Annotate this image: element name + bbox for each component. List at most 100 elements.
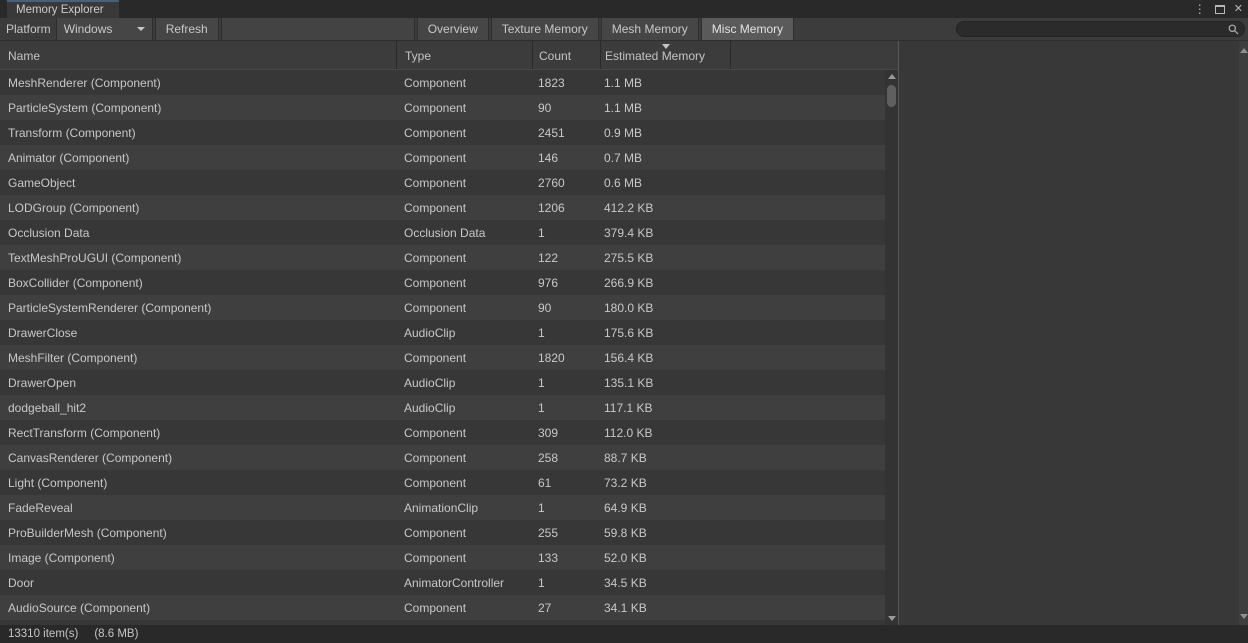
chevron-down-icon: [137, 27, 145, 31]
cell-count: 1: [532, 220, 600, 245]
tab-misc-memory[interactable]: Misc Memory: [701, 18, 794, 40]
cell-name: FadeReveal: [0, 495, 396, 520]
cell-name: Animator (Component): [0, 145, 396, 170]
tab-memory-explorer[interactable]: Memory Explorer: [7, 0, 119, 18]
scrollbar-thumb[interactable]: [887, 85, 896, 107]
cell-count: 1: [532, 395, 600, 420]
table-row[interactable]: Transform (Component)Component24510.9 MB: [0, 120, 885, 145]
cell-count: 1820: [532, 345, 600, 370]
cell-count: 122: [532, 245, 600, 270]
cell-memory: 73.2 KB: [600, 470, 730, 495]
cell-type: Component: [396, 420, 532, 445]
cell-memory: 1.1 MB: [600, 70, 730, 95]
toolbar-spacer-segment: [221, 18, 415, 40]
cell-type: Occlusion Data: [396, 220, 532, 245]
cell-count: 1: [532, 370, 600, 395]
table-row[interactable]: DrawerCloseAudioClip1175.6 KB: [0, 320, 885, 345]
refresh-button[interactable]: Refresh: [155, 18, 219, 40]
search-input[interactable]: [956, 21, 1245, 37]
cell-name: MeshRenderer (Component): [0, 70, 396, 95]
cell-type: Component: [396, 595, 532, 620]
table-row[interactable]: FadeRevealAnimationClip164.9 KB: [0, 495, 885, 520]
table-row[interactable]: MeshFilter (Component)Component1820156.4…: [0, 345, 885, 370]
cell-name: DrawerClose: [0, 320, 396, 345]
tab-title: Memory Explorer: [16, 4, 104, 16]
cell-name: GameObject: [0, 170, 396, 195]
cell-name: TextMeshProUGUI (Component): [0, 245, 396, 270]
column-header-count[interactable]: Count: [532, 41, 600, 69]
column-header-estimated-memory-label: Estimated Memory: [601, 49, 730, 63]
cell-count: 2760: [532, 170, 600, 195]
table-row[interactable]: AudioSource (Component)Component2734.1 K…: [0, 595, 885, 620]
detail-panel: [899, 41, 1248, 625]
table-vertical-scrollbar[interactable]: [885, 70, 898, 625]
table-row[interactable]: TextMeshProUGUI (Component)Component1222…: [0, 245, 885, 270]
cell-type: AnimationClip: [396, 495, 532, 520]
cell-name: Light (Component): [0, 470, 396, 495]
tab-mesh-memory[interactable]: Mesh Memory: [601, 18, 699, 40]
table-row[interactable]: Animator (Component)Component1460.7 MB: [0, 145, 885, 170]
cell-memory: 379.4 KB: [600, 220, 730, 245]
cell-memory: 1.1 MB: [600, 95, 730, 120]
column-header-name[interactable]: Name: [0, 41, 396, 69]
cell-type: Component: [396, 545, 532, 570]
cell-count: 2451: [532, 120, 600, 145]
tab-texture-memory[interactable]: Texture Memory: [491, 18, 599, 40]
table-row[interactable]: LODGroup (Component)Component1206412.2 K…: [0, 195, 885, 220]
table-row[interactable]: RectTransform (Component)Component309112…: [0, 420, 885, 445]
panel-scroll-down-icon[interactable]: [1240, 614, 1248, 619]
cell-count: 133: [532, 545, 600, 570]
cell-type: Component: [396, 445, 532, 470]
cell-memory: 117.1 KB: [600, 395, 730, 420]
table-row[interactable]: CanvasRenderer (Component)Component25888…: [0, 445, 885, 470]
scroll-up-icon[interactable]: [888, 74, 896, 79]
table-row[interactable]: MeshRenderer (Component)Component18231.1…: [0, 70, 885, 95]
platform-dropdown[interactable]: Windows: [56, 18, 153, 40]
cell-memory: 275.5 KB: [600, 245, 730, 270]
cell-type: Component: [396, 70, 532, 95]
cell-count: 1: [532, 495, 600, 520]
menu-icon[interactable]: ⋮: [1194, 3, 1206, 15]
cell-name: dodgeball_hit2: [0, 395, 396, 420]
cell-name: DrawerOpen: [0, 370, 396, 395]
table-row[interactable]: ParticleSystemRenderer (Component)Compon…: [0, 295, 885, 320]
table-row[interactable]: DrawerOpenAudioClip1135.1 KB: [0, 370, 885, 395]
table-row[interactable]: DoorAnimatorController134.5 KB: [0, 570, 885, 595]
panel-vertical-scrollbar[interactable]: [1239, 41, 1248, 625]
table-row[interactable]: Image (Component)Component13352.0 KB: [0, 545, 885, 570]
table-row[interactable]: dodgeball_hit2AudioClip1117.1 KB: [0, 395, 885, 420]
panel-scroll-up-icon[interactable]: [1240, 48, 1248, 53]
cell-type: Component: [396, 520, 532, 545]
cell-memory: 59.8 KB: [600, 520, 730, 545]
misc-memory-table: Name Type Count Estimated Memory MeshRen…: [0, 41, 898, 625]
tab-overview[interactable]: Overview: [417, 18, 489, 40]
cell-memory: 0.7 MB: [600, 145, 730, 170]
cell-type: Component: [396, 345, 532, 370]
table-row[interactable]: GameObjectComponent27600.6 MB: [0, 170, 885, 195]
cell-memory: 156.4 KB: [600, 345, 730, 370]
table-row[interactable]: BoxCollider (Component)Component976266.9…: [0, 270, 885, 295]
cell-count: 976: [532, 270, 600, 295]
table-row[interactable]: Occlusion DataOcclusion Data1379.4 KB: [0, 220, 885, 245]
cell-name: BoxCollider (Component): [0, 270, 396, 295]
table-row[interactable]: ProBuilderMesh (Component)Component25559…: [0, 520, 885, 545]
cell-memory: 112.0 KB: [600, 420, 730, 445]
column-header-type-label: Type: [405, 49, 431, 63]
scroll-down-icon[interactable]: [888, 616, 896, 621]
cell-name: ParticleSystem (Component): [0, 95, 396, 120]
cell-name: LODGroup (Component): [0, 195, 396, 220]
column-header-type[interactable]: Type: [396, 41, 532, 69]
close-icon[interactable]: ✕: [1234, 4, 1243, 15]
cell-type: Component: [396, 245, 532, 270]
table-header: Name Type Count Estimated Memory: [0, 41, 898, 70]
maximize-icon[interactable]: [1215, 5, 1225, 14]
cell-type: Component: [396, 95, 532, 120]
table-row[interactable]: ParticleSystem (Component)Component901.1…: [0, 95, 885, 120]
cell-memory: 52.0 KB: [600, 545, 730, 570]
cell-memory: 412.2 KB: [600, 195, 730, 220]
refresh-button-label: Refresh: [166, 22, 208, 36]
cell-memory: 64.9 KB: [600, 495, 730, 520]
cell-type: Component: [396, 170, 532, 195]
column-header-estimated-memory[interactable]: Estimated Memory: [600, 41, 730, 69]
table-row[interactable]: Light (Component)Component6173.2 KB: [0, 470, 885, 495]
